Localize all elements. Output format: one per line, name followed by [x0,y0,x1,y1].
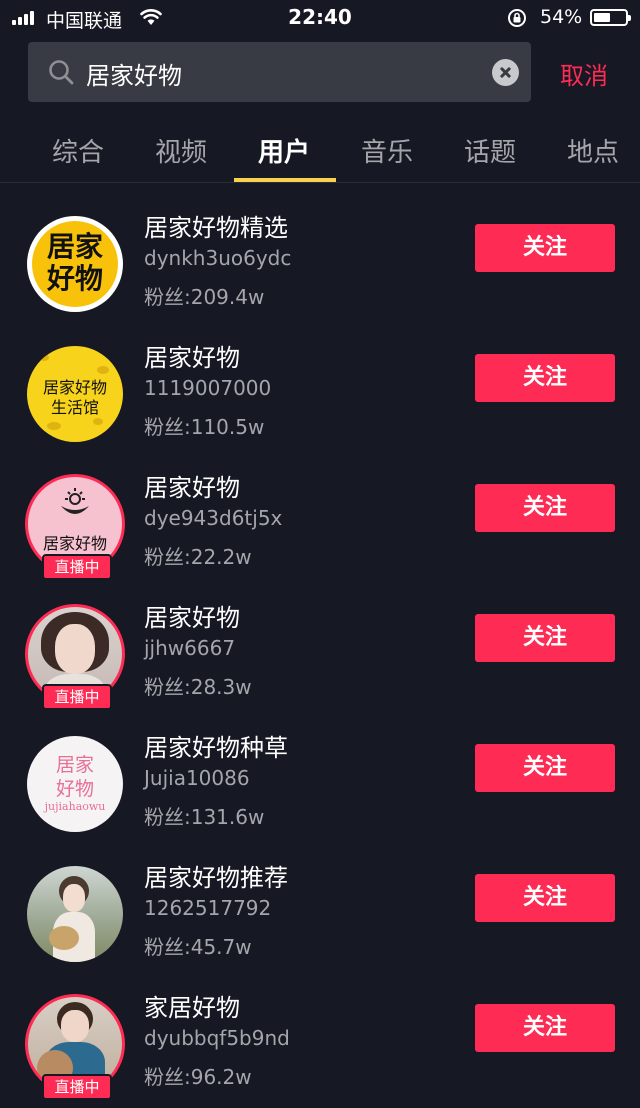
tab-users[interactable]: 用户 [244,132,324,169]
fans-count: 粉丝:110.5w [144,415,265,439]
search-query[interactable]: 居家好物 [86,56,182,91]
avatar[interactable]: 居家 好物 jujiahaowu [27,736,123,832]
fans-count: 粉丝:96.2w [144,1065,252,1089]
user-id: 1262517792 [144,896,272,920]
follow-button[interactable]: 关注 [475,614,615,662]
fans-count: 粉丝:209.4w [144,285,265,309]
list-item[interactable]: 居家 好物 居家好物精选 dynkh3uo6ydc 粉丝:209.4w 关注 [0,198,640,328]
user-name: 居家好物精选 [144,214,288,242]
user-name: 居家好物 [144,604,240,632]
live-badge: 直播中 [42,554,112,580]
user-id: dye943d6tj5x [144,506,283,530]
follow-button[interactable]: 关注 [475,484,615,532]
cancel-button[interactable]: 取消 [560,56,608,91]
live-badge: 直播中 [42,684,112,710]
user-name: 居家好物推荐 [144,864,288,892]
follow-button[interactable]: 关注 [475,354,615,402]
battery-percent: 54% [540,6,583,28]
battery-fill [594,13,611,22]
avatar[interactable]: 居家好物 生活馆 [27,346,123,442]
clear-icon[interactable] [492,59,519,86]
list-item[interactable]: 居家好物推荐 1262517792 粉丝:45.7w 关注 [0,848,640,978]
list-item[interactable]: 居家好物 生活馆 居家好物 1119007000 粉丝:110.5w 关注 [0,328,640,458]
tab-videos[interactable]: 视频 [141,132,221,169]
tab-topics[interactable]: 话题 [450,132,530,169]
avatar[interactable] [27,866,123,962]
follow-button[interactable]: 关注 [475,1004,615,1052]
list-item[interactable]: 直播中 家居好物 dyubbqf5b9nd 粉丝:96.2w 关注 [0,978,640,1108]
fans-count: 粉丝:45.7w [144,935,252,959]
search-tabs: 综合 视频 用户 音乐 话题 地点 [0,124,640,183]
user-name: 家居好物 [144,994,240,1022]
follow-button[interactable]: 关注 [475,874,615,922]
fans-count: 粉丝:22.2w [144,545,252,569]
status-bar: 中国联通 22:40 54% [0,0,640,36]
fans-count: 粉丝:131.6w [144,805,265,829]
follow-button[interactable]: 关注 [475,744,615,792]
user-id: 1119007000 [144,376,272,400]
user-id: dyubbqf5b9nd [144,1026,290,1050]
follow-button[interactable]: 关注 [475,224,615,272]
user-name: 居家好物种草 [144,734,288,762]
user-name: 居家好物 [144,344,240,372]
tab-music[interactable]: 音乐 [347,132,427,169]
battery-icon [590,9,631,26]
search-icon [49,60,74,85]
list-item[interactable]: 直播中 居家好物 jjhw6667 粉丝:28.3w 关注 [0,588,640,718]
user-id: Jujia10086 [144,766,250,790]
tab-comprehensive[interactable]: 综合 [38,132,118,169]
search-input[interactable]: 居家好物 [28,42,531,102]
orientation-lock-icon [508,9,526,27]
user-name: 居家好物 [144,474,240,502]
list-item[interactable]: 居家 好物 jujiahaowu 居家好物种草 Jujia10086 粉丝:13… [0,718,640,848]
user-id: dynkh3uo6ydc [144,246,292,270]
user-id: jjhw6667 [144,636,236,660]
tab-places[interactable]: 地点 [553,132,633,169]
avatar[interactable]: 居家 好物 [27,216,123,312]
live-badge: 直播中 [42,1074,112,1100]
fans-count: 粉丝:28.3w [144,675,252,699]
list-item[interactable]: 居家好物 直播中 居家好物 dye943d6tj5x 粉丝:22.2w 关注 [0,458,640,588]
tab-indicator [234,178,336,182]
